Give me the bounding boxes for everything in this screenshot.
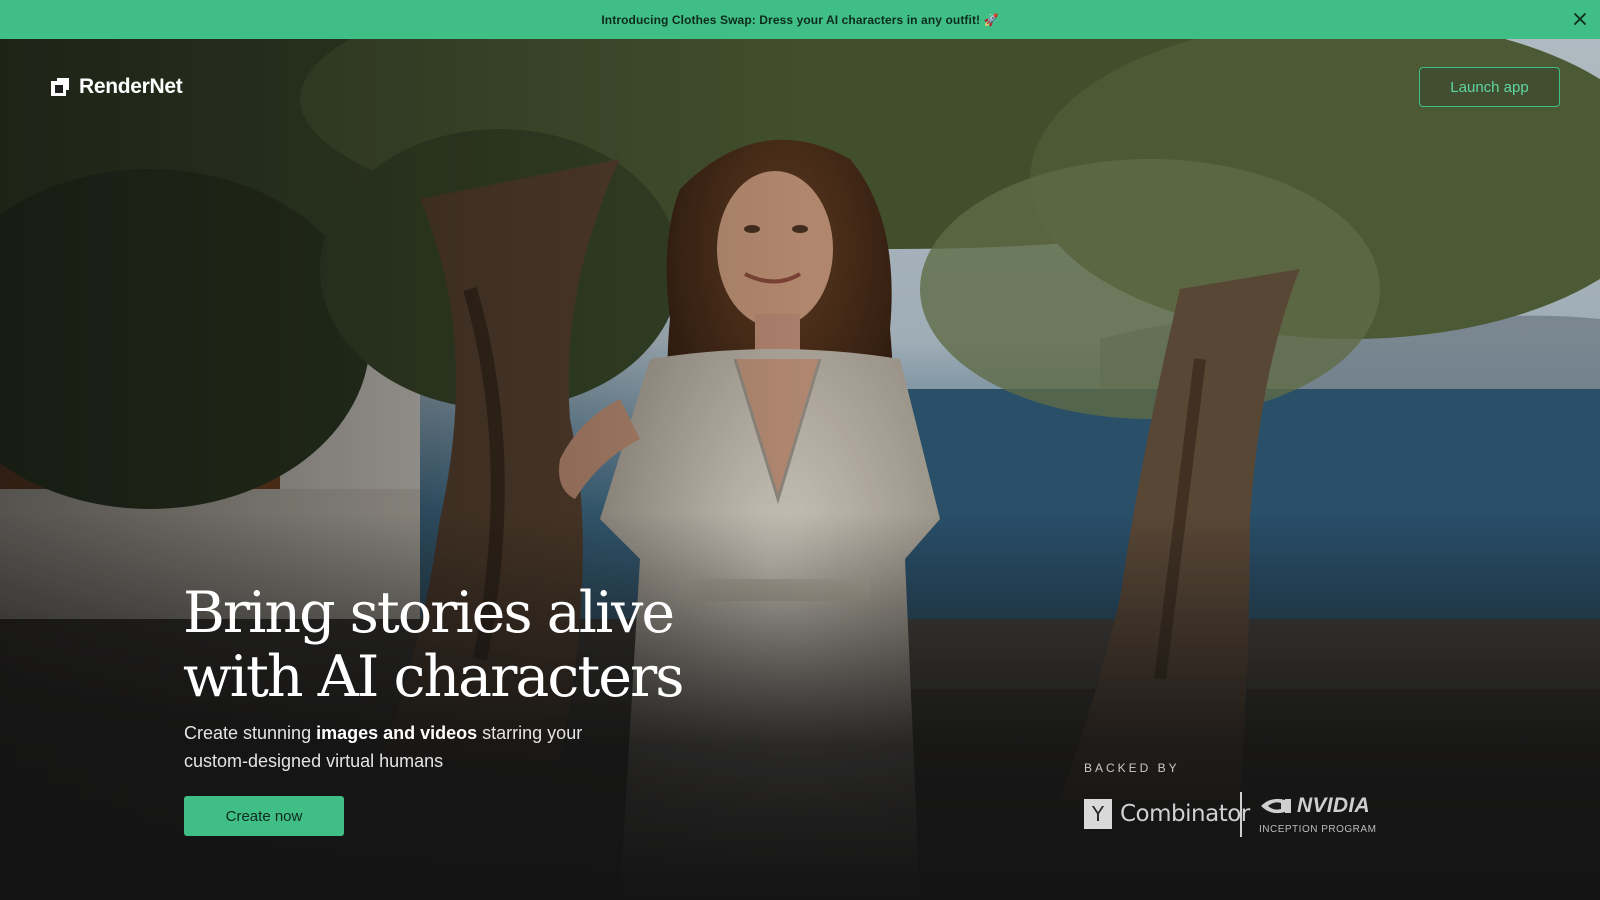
announcement-bar: Introducing Clothes Swap: Dress your AI … — [0, 0, 1600, 39]
brand-logo[interactable]: RenderNet — [48, 74, 183, 100]
backers-divider — [1240, 792, 1242, 837]
nvidia-program: INCEPTION PROGRAM — [1259, 824, 1377, 835]
backed-by-label: BACKED BY — [1084, 761, 1180, 775]
headline-line-1: Bring stories alive — [183, 580, 675, 646]
launch-app-button[interactable]: Launch app — [1419, 67, 1560, 107]
y-combinator-logo: Y Combinator — [1084, 799, 1250, 829]
hero-section: RenderNet Launch app Bring stories alive… — [0, 39, 1600, 900]
hero-subheading: Create stunning images and videos starri… — [184, 719, 604, 775]
rendernet-logo-icon — [51, 78, 69, 96]
nvidia-eye-icon — [1261, 798, 1291, 814]
subheading-start: Create stunning — [184, 723, 317, 743]
nvidia-name: NVIDIA — [1297, 794, 1370, 817]
y-combinator-name: Combinator — [1120, 801, 1250, 827]
close-icon[interactable] — [1570, 9, 1590, 29]
hero-headline: Bring stories alive with AI characters — [183, 581, 823, 709]
subheading-emphasis: images and videos — [316, 723, 478, 743]
announcement-text[interactable]: Introducing Clothes Swap: Dress your AI … — [601, 13, 998, 27]
create-now-button[interactable]: Create now — [184, 796, 344, 836]
headline-line-2: with AI characters — [183, 644, 684, 710]
brand-name: RenderNet — [79, 75, 183, 98]
y-combinator-icon: Y — [1084, 799, 1112, 829]
nvidia-inception-logo: NVIDIA INCEPTION PROGRAM — [1259, 794, 1379, 835]
